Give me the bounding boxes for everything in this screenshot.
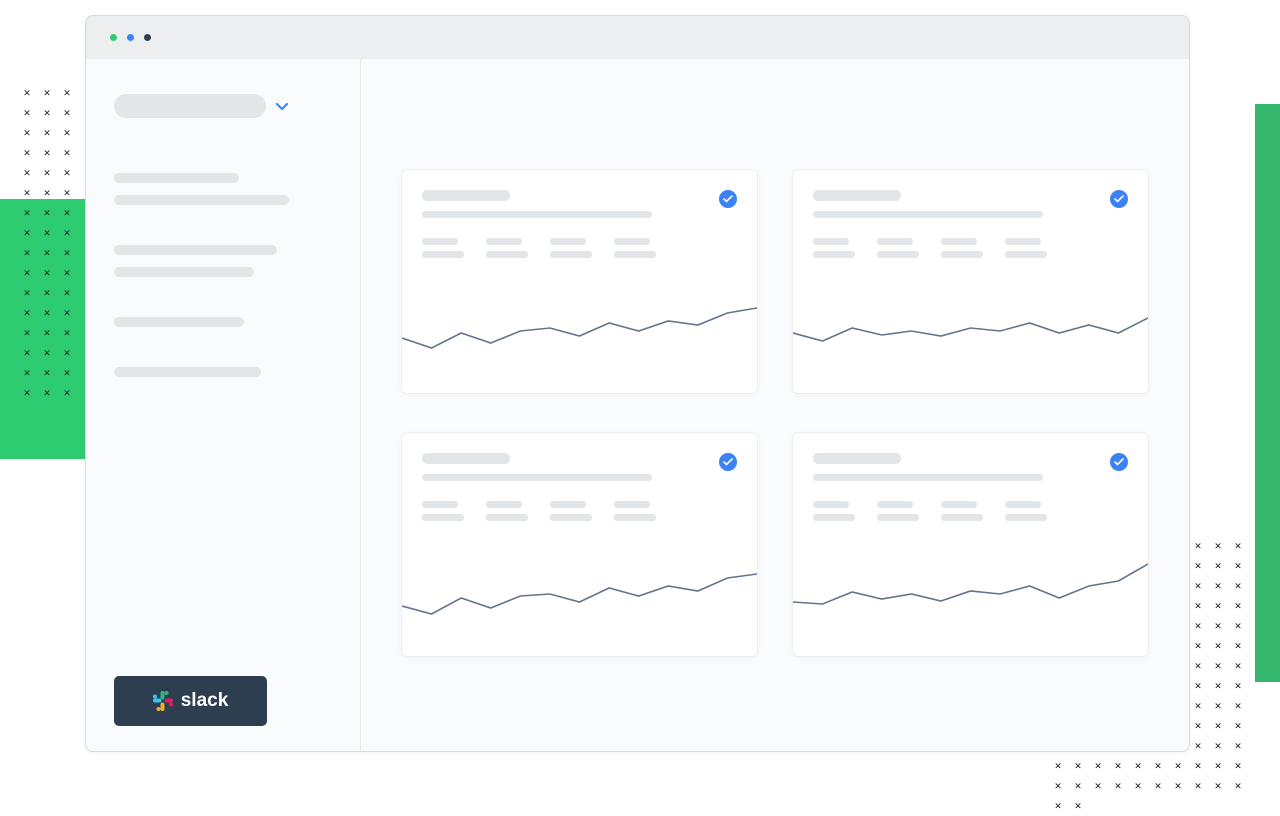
card-title-placeholder bbox=[422, 190, 510, 201]
card-title-placeholder bbox=[422, 453, 510, 464]
sidebar-item[interactable] bbox=[114, 195, 289, 205]
card-header bbox=[402, 433, 757, 521]
slack-label: slack bbox=[181, 690, 229, 712]
sidebar-item[interactable] bbox=[114, 367, 261, 377]
sidebar: slack bbox=[86, 59, 361, 751]
decorative-cross-pattern-left: ✕✕✕✕✕✕✕✕✕✕✕✕✕✕✕✕✕✕✕✕✕✕✕✕✕✕✕✕✕✕✕✕✕✕✕✕✕✕✕✕… bbox=[17, 83, 90, 401]
check-icon bbox=[719, 453, 737, 471]
main-content bbox=[361, 59, 1189, 751]
sidebar-item[interactable] bbox=[114, 317, 244, 327]
sidebar-item[interactable] bbox=[114, 173, 239, 183]
sidebar-group-2 bbox=[114, 245, 332, 277]
window-dot-dark bbox=[144, 34, 151, 41]
sparkline-chart bbox=[793, 273, 1148, 393]
dashboard-card[interactable] bbox=[792, 432, 1149, 657]
dashboard-card[interactable] bbox=[792, 169, 1149, 394]
check-icon bbox=[1110, 190, 1128, 208]
card-header bbox=[793, 433, 1148, 521]
card-title-placeholder bbox=[813, 190, 901, 201]
card-subtitle-placeholder bbox=[813, 474, 1043, 481]
dashboard-card[interactable] bbox=[401, 169, 758, 394]
slack-icon bbox=[153, 691, 173, 711]
dashboard-card[interactable] bbox=[401, 432, 758, 657]
card-stats bbox=[813, 238, 1128, 258]
slack-integration-button[interactable]: slack bbox=[114, 676, 267, 726]
sidebar-item[interactable] bbox=[114, 267, 254, 277]
card-subtitle-placeholder bbox=[422, 474, 652, 481]
workspace-selector[interactable] bbox=[114, 94, 332, 118]
card-subtitle-placeholder bbox=[813, 211, 1043, 218]
sparkline-chart bbox=[793, 536, 1148, 656]
card-header bbox=[793, 170, 1148, 258]
sidebar-group-3 bbox=[114, 317, 332, 327]
sparkline-chart bbox=[402, 536, 757, 656]
sidebar-item[interactable] bbox=[114, 245, 277, 255]
check-icon bbox=[1110, 453, 1128, 471]
titlebar bbox=[86, 16, 1189, 59]
card-title-placeholder bbox=[813, 453, 901, 464]
sparkline-chart bbox=[402, 273, 757, 393]
check-icon bbox=[719, 190, 737, 208]
window-dot-green bbox=[110, 34, 117, 41]
sidebar-group-1 bbox=[114, 173, 332, 205]
decorative-green-stripe-right bbox=[1255, 104, 1280, 682]
sidebar-group-4 bbox=[114, 367, 332, 377]
card-stats bbox=[422, 238, 737, 258]
window-dot-blue bbox=[127, 34, 134, 41]
card-stats bbox=[422, 501, 737, 521]
card-stats bbox=[813, 501, 1128, 521]
card-subtitle-placeholder bbox=[422, 211, 652, 218]
chevron-down-icon bbox=[276, 99, 288, 114]
card-header bbox=[402, 170, 757, 258]
workspace-name-placeholder bbox=[114, 94, 266, 118]
app-window: slack bbox=[85, 15, 1190, 752]
